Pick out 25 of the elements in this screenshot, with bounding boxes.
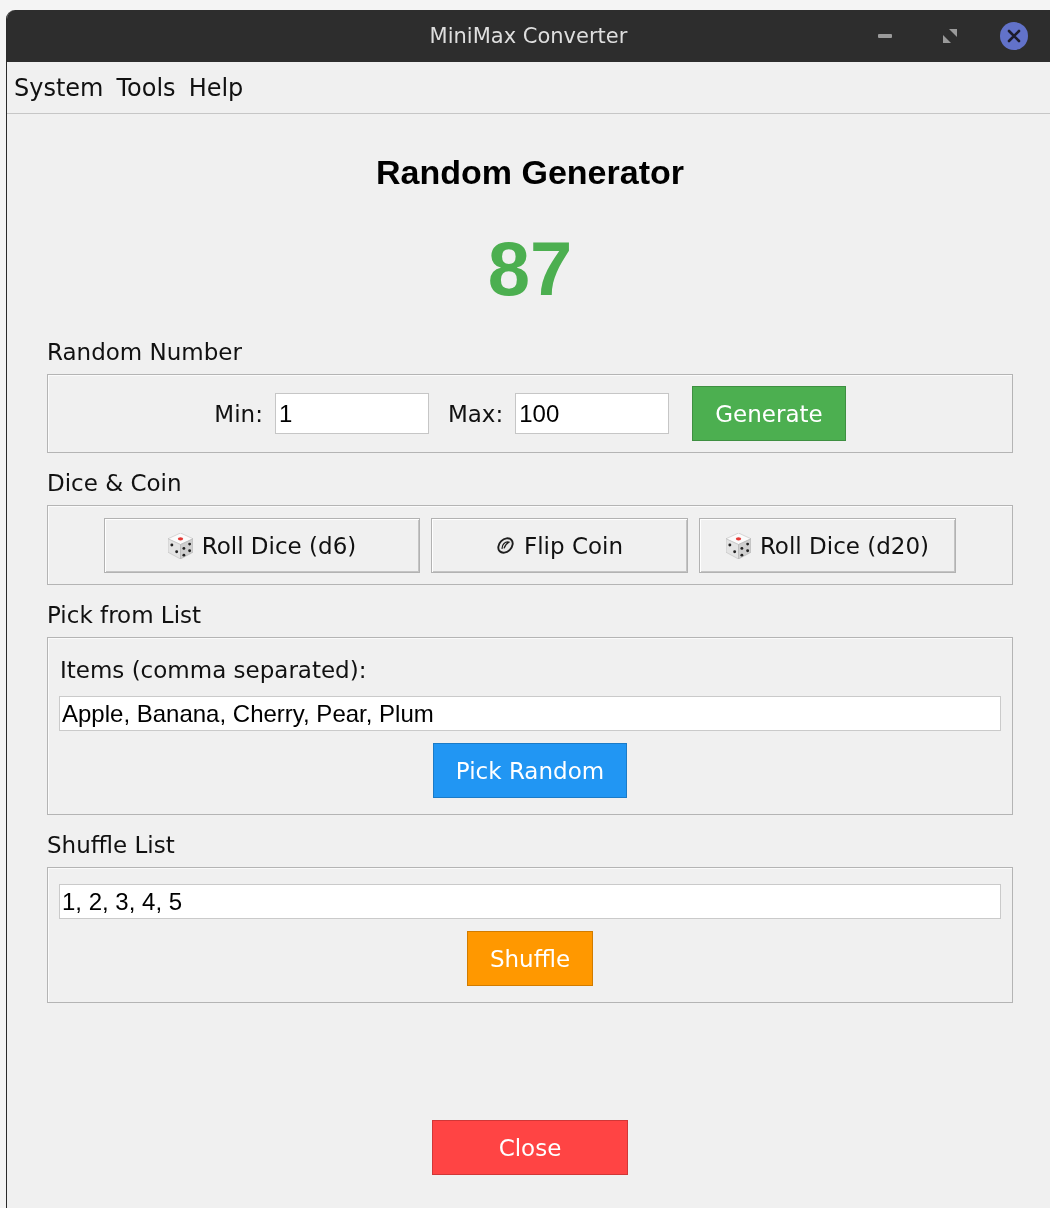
input-field[interactable]: 1 [274,393,429,434]
input-field[interactable]: 100 [515,393,670,434]
section-title: Dice & Coin [47,469,183,498]
action-button[interactable]: Roll Dice (d20) [699,518,956,573]
action-button[interactable]: Flip Coin [431,518,688,573]
result-number: 87 [486,229,574,309]
menu-item[interactable]: Tools [116,73,176,102]
coin-icon [496,536,515,555]
window-title: MiniMax Converter [429,24,628,48]
menu-item[interactable]: Help [188,73,244,102]
section-title: Pick from List [47,601,203,630]
field-label: Min: [214,400,263,427]
close-icon[interactable] [1000,22,1028,50]
dice-icon [725,532,751,559]
page-heading: Random Generator [375,152,685,192]
menu-item[interactable]: System [14,73,104,102]
restore-icon[interactable] [943,29,957,43]
section-title: Random Number [47,338,243,367]
field-label: Max: [447,400,504,427]
field-label: Items (comma separated): [60,656,367,685]
input-field[interactable]: Apple, Banana, Cherry, Pear, Plum [59,696,1001,731]
dice-icon [167,532,193,559]
input-field[interactable]: 1, 2, 3, 4, 5 [59,884,1001,919]
section-title: Shuffle List [47,831,176,860]
action-button[interactable]: Roll Dice (d6) [104,518,420,573]
